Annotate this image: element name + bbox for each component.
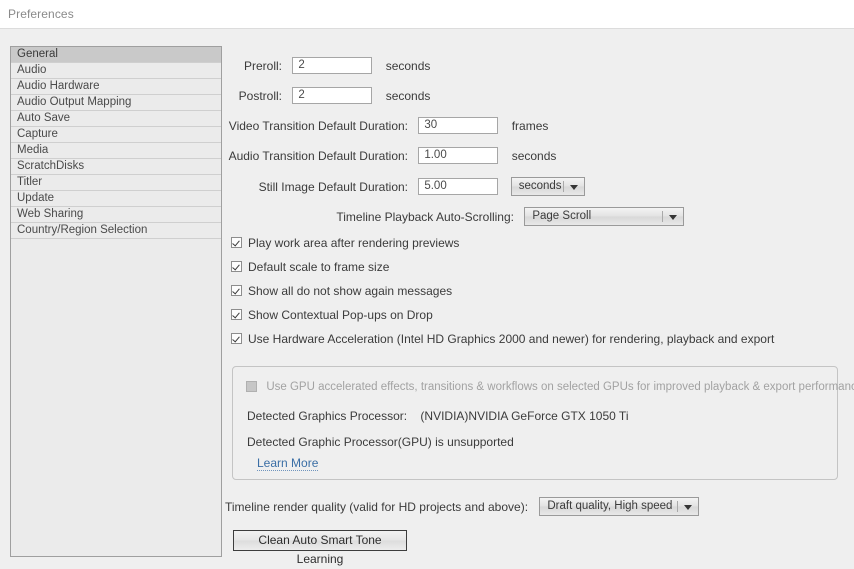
combo-separator <box>562 181 564 192</box>
gpu-settings-group: Use GPU accelerated effects, transitions… <box>232 366 854 480</box>
window-title: Preferences <box>8 7 74 21</box>
sidebar-item-update[interactable]: Update <box>11 191 221 207</box>
checkbox-row-3[interactable]: Show Contextual Pop-ups on Drop <box>231 307 433 322</box>
checkbox-row-4[interactable]: Use Hardware Acceleration (Intel HD Grap… <box>231 331 774 346</box>
render-quality-row: Timeline render quality (valid for HD pr… <box>225 497 700 516</box>
preroll-unit: seconds <box>385 58 431 73</box>
sidebar-item-audio-hardware[interactable]: Audio Hardware <box>11 79 221 95</box>
checkbox-label-3: Show Contextual Pop-ups on Drop <box>248 307 433 322</box>
gpu-accel-label: Use GPU accelerated effects, transitions… <box>266 380 854 393</box>
chevron-down-icon <box>569 185 578 190</box>
checkbox-label-4: Use Hardware Acceleration (Intel HD Grap… <box>248 331 775 346</box>
sidebar-item-scratchdisks[interactable]: ScratchDisks <box>11 159 221 175</box>
auto-scrolling-label: Timeline Playback Auto-Scrolling: <box>336 209 514 224</box>
video-transition-input[interactable] <box>418 117 499 134</box>
sidebar-item-audio-output-mapping[interactable]: Audio Output Mapping <box>11 95 221 111</box>
sidebar-item-media[interactable]: Media <box>11 143 221 159</box>
detected-gpu-value: (NVIDIA)NVIDIA GeForce GTX 1050 Ti <box>420 409 629 423</box>
postroll-row: Postroll: seconds <box>230 87 430 104</box>
detected-gpu-label: Detected Graphics Processor: <box>247 409 408 423</box>
combo-separator <box>662 211 664 222</box>
checkbox-row-0[interactable]: Play work area after rendering previews <box>231 235 459 250</box>
general-preferences-pane: Preroll: seconds Postroll: seconds Video… <box>222 30 854 566</box>
auto-scrolling-value: Page Scroll <box>532 210 592 222</box>
checkbox-4 <box>231 333 242 345</box>
checkbox-0 <box>231 237 242 249</box>
preferences-content: General Audio Audio Hardware Audio Output M… <box>0 30 854 566</box>
learn-more-link[interactable]: Learn More <box>257 456 319 471</box>
sidebar-item-country-region-selection[interactable]: Country/Region Selection <box>11 223 221 239</box>
preroll-input[interactable] <box>292 57 373 74</box>
postroll-input[interactable] <box>292 87 373 104</box>
checkbox-3 <box>231 309 242 321</box>
window-titlebar: Preferences <box>0 0 854 29</box>
video-transition-row: Video Transition Default Duration: frame… <box>225 117 548 134</box>
checkbox-2 <box>231 285 242 297</box>
sidebar-item-capture[interactable]: Capture <box>11 127 221 143</box>
gpu-status-text: Detected Graphic Processor(GPU) is unsup… <box>247 435 514 449</box>
audio-transition-label: Audio Transition Default Duration: <box>228 148 408 163</box>
audio-transition-input[interactable] <box>418 147 499 164</box>
sidebar-item-titler[interactable]: Titler <box>11 175 221 191</box>
category-list-empty-area <box>11 239 221 556</box>
still-image-unit-value: seconds <box>518 180 562 192</box>
preferences-category-list[interactable]: General Audio Audio Hardware Audio Output M… <box>10 46 222 557</box>
gpu-accel-checkbox <box>246 381 257 393</box>
gpu-accel-checkbox-row[interactable]: Use GPU accelerated effects, transitions… <box>246 379 854 393</box>
preroll-row: Preroll: seconds <box>230 57 430 74</box>
sidebar-item-web-sharing[interactable]: Web Sharing <box>11 207 221 223</box>
still-image-row: Still Image Default Duration: seconds <box>225 177 585 196</box>
clean-auto-smart-tone-learning-button[interactable]: Clean Auto Smart Tone Learning <box>233 530 407 566</box>
checkbox-label-1: Default scale to frame size <box>248 259 390 274</box>
chevron-down-icon <box>669 215 678 220</box>
auto-scrolling-row: Timeline Playback Auto-Scrolling: Page S… <box>225 207 685 226</box>
checkbox-label-2: Show all do not show again messages <box>248 283 453 298</box>
render-quality-value: Draft quality, High speed <box>547 500 673 512</box>
still-image-input[interactable] <box>418 178 499 195</box>
checkbox-row-2[interactable]: Show all do not show again messages <box>231 283 452 298</box>
render-quality-label: Timeline render quality (valid for HD pr… <box>225 499 529 514</box>
auto-scrolling-dropdown[interactable]: Page Scroll <box>524 207 685 226</box>
postroll-unit: seconds <box>385 88 431 103</box>
checkbox-row-1[interactable]: Default scale to frame size <box>231 259 389 274</box>
still-image-unit-dropdown[interactable]: seconds <box>510 177 585 196</box>
detected-gpu-row: Detected Graphics Processor: (NVIDIA)NVI… <box>247 409 628 423</box>
checkbox-1 <box>231 261 242 273</box>
audio-transition-unit: seconds <box>511 148 557 163</box>
checkbox-label-0: Play work area after rendering previews <box>248 235 460 250</box>
preroll-label: Preroll: <box>243 58 282 73</box>
postroll-label: Postroll: <box>238 88 282 103</box>
audio-transition-row: Audio Transition Default Duration: secon… <box>225 147 556 164</box>
video-transition-unit: frames <box>511 118 549 133</box>
combo-separator <box>677 501 679 512</box>
still-image-label: Still Image Default Duration: <box>258 179 408 194</box>
chevron-down-icon <box>684 505 693 510</box>
sidebar-item-auto-save[interactable]: Auto Save <box>11 111 221 127</box>
video-transition-label: Video Transition Default Duration: <box>228 118 408 133</box>
sidebar-item-audio[interactable]: Audio <box>11 63 221 79</box>
sidebar-item-general[interactable]: General <box>11 47 221 63</box>
render-quality-dropdown[interactable]: Draft quality, High speed <box>539 497 700 516</box>
